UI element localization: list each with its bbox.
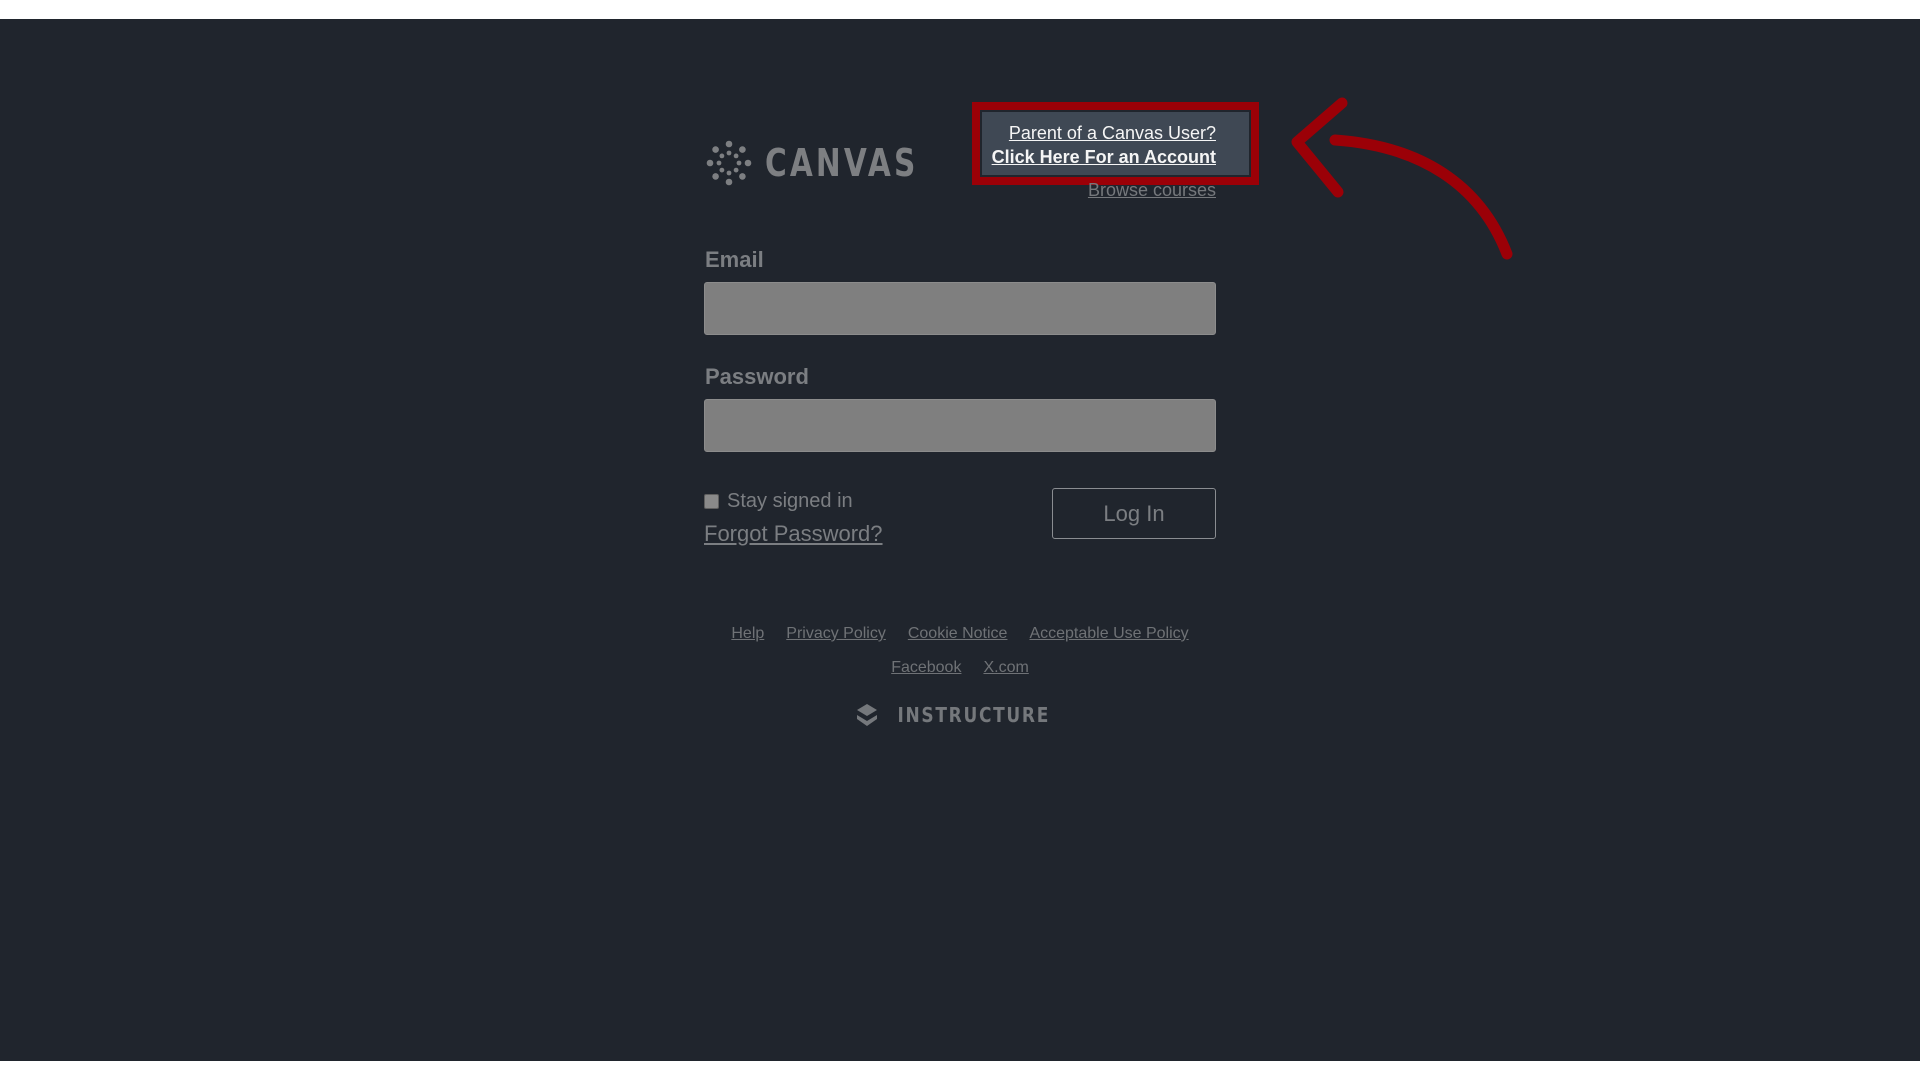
login-button[interactable]: Log In (1052, 488, 1216, 539)
stay-signed-in-label: Stay signed in (727, 490, 853, 512)
stay-signed-in-checkbox[interactable] (704, 494, 719, 509)
footer-link-acceptable-use-policy[interactable]: Acceptable Use Policy (1029, 625, 1188, 643)
instructure-logo-icon (857, 704, 878, 726)
password-field[interactable] (704, 399, 1216, 452)
footer-link-help[interactable]: Help (731, 625, 764, 643)
canvas-logo-icon (706, 140, 752, 186)
password-label: Password (705, 364, 809, 389)
footer-link-facebook[interactable]: Facebook (891, 659, 961, 677)
footer-link-x[interactable]: X.com (983, 659, 1028, 677)
stay-signed-in[interactable]: Stay signed in (704, 490, 853, 513)
instructure-logo[interactable]: INSTRUCTURE (0, 703, 1920, 727)
forgot-password-link[interactable]: Forgot Password? (704, 521, 883, 547)
footer-link-cookie-notice[interactable]: Cookie Notice (908, 625, 1008, 643)
parent-of-canvas-user-link[interactable]: Parent of a Canvas User? (1009, 123, 1216, 144)
footer-links-row1: Help Privacy Policy Cookie Notice Accept… (0, 625, 1920, 643)
curved-arrow-icon (1291, 97, 1513, 260)
footer-links-row2: Facebook X.com (0, 659, 1920, 677)
canvas-logo[interactable]: CANVAS (705, 137, 962, 189)
canvas-logo-text: CANVAS (765, 141, 919, 185)
instructure-logo-text: INSTRUCTURE (897, 703, 1051, 727)
email-field[interactable] (704, 282, 1216, 335)
footer-link-privacy-policy[interactable]: Privacy Policy (786, 625, 886, 643)
parent-account-signup-link[interactable]: Click Here For an Account (992, 147, 1216, 168)
email-label: Email (705, 247, 764, 272)
login-page: CANVAS Parent of a Canvas User? Click He… (0, 19, 1920, 1061)
browse-courses-link[interactable]: Browse courses (1088, 180, 1216, 201)
